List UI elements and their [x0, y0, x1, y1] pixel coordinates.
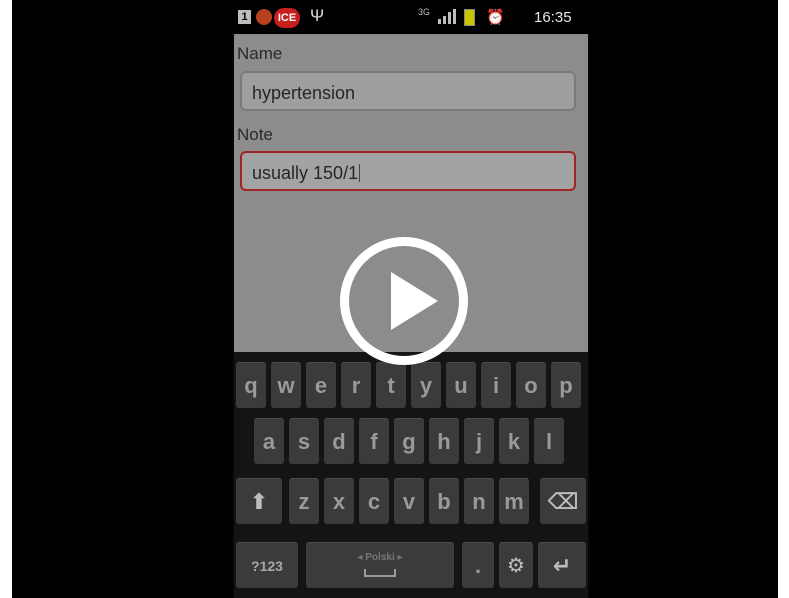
- key-h[interactable]: h: [429, 418, 459, 464]
- note-label: Note: [237, 125, 273, 144]
- key-i[interactable]: i: [481, 362, 511, 408]
- key-t[interactable]: t: [376, 362, 406, 408]
- shift-key[interactable]: ⬆: [236, 478, 282, 524]
- key-n[interactable]: n: [464, 478, 494, 524]
- name-field[interactable]: hypertension: [240, 71, 576, 111]
- usb-icon: Ψ: [310, 6, 325, 25]
- period-key[interactable]: .: [462, 542, 494, 588]
- note-field[interactable]: usually 150/1: [240, 151, 576, 191]
- app-notification-icon: [256, 9, 272, 25]
- name-label: Name: [237, 44, 283, 63]
- space-bar-icon: [364, 569, 396, 577]
- key-y[interactable]: y: [411, 362, 441, 408]
- key-l[interactable]: l: [534, 418, 564, 464]
- key-u[interactable]: u: [446, 362, 476, 408]
- play-icon: [391, 272, 438, 330]
- key-c[interactable]: c: [359, 478, 389, 524]
- alarm-icon: ⏰: [486, 9, 505, 26]
- key-f[interactable]: f: [359, 418, 389, 464]
- battery-icon: [464, 9, 475, 26]
- key-x[interactable]: x: [324, 478, 354, 524]
- enter-key[interactable]: ↵: [538, 542, 586, 588]
- key-d[interactable]: d: [324, 418, 354, 464]
- settings-key[interactable]: ⚙: [499, 542, 533, 588]
- key-k[interactable]: k: [499, 418, 529, 464]
- backspace-icon: ⌫: [547, 489, 579, 514]
- status-time: 16:35: [534, 9, 572, 26]
- key-o[interactable]: o: [516, 362, 546, 408]
- key-q[interactable]: q: [236, 362, 266, 408]
- signal-strength-icon: [438, 9, 456, 24]
- soft-keyboard: q w e r t y u i o p a s d f g h j k l ⬆ …: [234, 352, 588, 598]
- key-r[interactable]: r: [341, 362, 371, 408]
- key-a[interactable]: a: [254, 418, 284, 464]
- key-j[interactable]: j: [464, 418, 494, 464]
- numbers-key[interactable]: ?123: [236, 542, 298, 588]
- key-b[interactable]: b: [429, 478, 459, 524]
- gear-icon: ⚙: [507, 555, 525, 577]
- video-play-button[interactable]: [340, 237, 468, 365]
- status-bar: 1 ICE Ψ 3G ⏰ 16:35: [232, 0, 590, 34]
- key-g[interactable]: g: [394, 418, 424, 464]
- key-w[interactable]: w: [271, 362, 301, 408]
- key-v[interactable]: v: [394, 478, 424, 524]
- key-z[interactable]: z: [289, 478, 319, 524]
- ice-badge: ICE: [274, 8, 300, 28]
- space-key[interactable]: ◂ Polski ▸: [306, 542, 454, 588]
- backspace-key[interactable]: ⌫: [540, 478, 586, 524]
- key-p[interactable]: p: [551, 362, 581, 408]
- text-cursor: [359, 164, 361, 182]
- shift-icon: ⬆: [249, 489, 269, 514]
- key-e[interactable]: e: [306, 362, 336, 408]
- key-m[interactable]: m: [499, 478, 529, 524]
- data-type-label: 3G: [418, 7, 431, 17]
- note-field-text: usually 150/1: [252, 163, 359, 183]
- enter-icon: ↵: [552, 553, 572, 578]
- space-language-label: ◂ Polski ▸: [357, 552, 403, 563]
- key-s[interactable]: s: [289, 418, 319, 464]
- sim-card-icon: 1: [238, 10, 251, 24]
